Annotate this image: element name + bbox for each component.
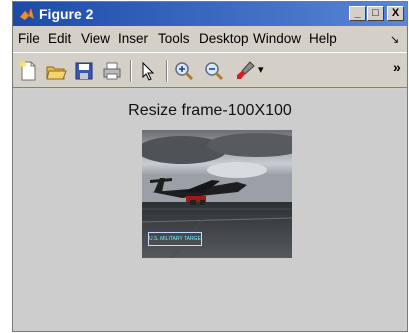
menu-tools[interactable]: Tools [158, 31, 197, 46]
toolbar-separator [166, 60, 168, 82]
image-caption: U.S. MILITARY TARGET [149, 236, 201, 242]
figure-area: Resize frame-100X100 U.S. MILITARY TARGE… [13, 90, 407, 331]
zoom-in-icon[interactable] [173, 60, 195, 82]
select-pointer-icon[interactable] [137, 60, 159, 82]
menu-help[interactable]: Help [309, 31, 337, 46]
axes-title: Resize frame-100X100 [128, 102, 292, 119]
menu-overflow-icon[interactable]: ↘ [390, 33, 399, 46]
matlab-logo-icon [20, 8, 34, 20]
open-file-icon[interactable] [45, 60, 67, 82]
maximize-button[interactable]: □ [367, 6, 384, 21]
menu-bar: File Edit View Inser Tools Desktop Windo… [13, 28, 407, 50]
zoom-out-icon[interactable] [203, 60, 225, 82]
figure-window: Figure 2 _ □ X File Edit View Inser Tool… [12, 1, 408, 332]
figure-toolbar: ▾ » [13, 52, 407, 88]
menu-insert[interactable]: Inser [118, 31, 155, 46]
brush-dropdown-icon[interactable]: ▾ [258, 63, 264, 76]
menu-view[interactable]: View [81, 31, 110, 46]
brush-icon[interactable] [234, 60, 256, 82]
close-button[interactable]: X [387, 6, 404, 21]
window-title: Figure 2 [39, 6, 94, 22]
print-icon[interactable] [101, 60, 123, 82]
menu-file[interactable]: File [18, 31, 40, 46]
toolbar-overflow-icon[interactable]: » [393, 59, 401, 75]
save-icon[interactable] [73, 60, 95, 82]
image-caption-box: U.S. MILITARY TARGET [148, 232, 202, 246]
new-figure-icon[interactable] [17, 60, 39, 82]
image-axes: U.S. MILITARY TARGET [142, 130, 292, 258]
toolbar-separator [130, 60, 132, 82]
menu-edit[interactable]: Edit [48, 31, 71, 46]
title-bar[interactable]: Figure 2 _ □ X [13, 2, 407, 26]
menu-window[interactable]: Window [253, 31, 305, 46]
minimize-button[interactable]: _ [349, 6, 366, 21]
menu-desktop[interactable]: Desktop [199, 31, 251, 46]
